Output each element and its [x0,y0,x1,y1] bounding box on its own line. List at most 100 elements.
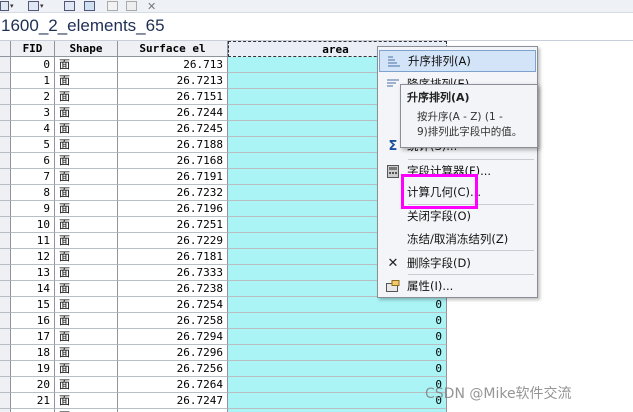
column-header-fid[interactable]: FID [11,41,55,57]
cell-fid[interactable]: 14 [11,281,55,297]
cell-shape[interactable]: 面 [55,185,118,201]
cell-fid[interactable]: 0 [11,57,55,73]
cell-shape[interactable]: 面 [55,137,118,153]
switch-selection-button[interactable] [84,0,95,12]
cell-surface[interactable]: 26.7229 [118,233,228,249]
cell-surface[interactable]: 26.7232 [118,185,228,201]
cell-shape[interactable]: 面 [55,281,118,297]
cell-fid[interactable]: 10 [11,217,55,233]
cell-shape[interactable]: 面 [55,73,118,89]
cell-surface[interactable]: 26.7151 [118,89,228,105]
cell-area[interactable]: 0 [228,361,447,377]
cell-area[interactable]: 0 [228,377,447,393]
row-selector[interactable] [0,153,11,169]
cell-surface[interactable]: 26.7181 [118,249,228,265]
cell-shape[interactable]: 面 [55,201,118,217]
cell-surface[interactable]: 26.7251 [118,217,228,233]
row-selector[interactable] [0,73,11,89]
cell-surface[interactable]: 26.7258 [118,313,228,329]
cell-shape[interactable]: 面 [55,121,118,137]
cell-surface[interactable]: 26.7188 [118,137,228,153]
cell-shape[interactable]: 面 [55,233,118,249]
close-icon[interactable]: ✕ [147,0,156,13]
menu-item-properties[interactable]: 属性(I)... [379,275,536,297]
cell-surface[interactable]: 26.7196 [118,201,228,217]
cell-area[interactable]: 0 [228,393,447,409]
cell-surface[interactable]: 26.7245 [118,121,228,137]
row-selector[interactable] [0,281,11,297]
cell-area[interactable]: 0 [228,329,447,345]
cell-fid[interactable]: 17 [11,329,55,345]
cell-fid[interactable]: 2 [11,89,55,105]
cell-fid[interactable]: 7 [11,169,55,185]
cell-surface[interactable]: 26.7247 [118,393,228,409]
row-selector[interactable] [0,105,11,121]
cell-surface[interactable]: 26.7256 [118,361,228,377]
cell-surface[interactable]: 26.7191 [118,169,228,185]
row-selector[interactable] [0,57,11,73]
cell-shape[interactable]: 面 [55,57,118,73]
column-header-shape[interactable]: Shape [55,41,118,57]
cell-fid[interactable]: 21 [11,393,55,409]
cell-shape[interactable]: 面 [55,105,118,121]
cell-fid[interactable]: 20 [11,377,55,393]
cell-fid[interactable]: 6 [11,153,55,169]
cell-shape[interactable]: 面 [55,393,118,409]
cell-fid[interactable]: 18 [11,345,55,361]
cell-surface[interactable]: 26.7244 [118,105,228,121]
row-selector[interactable] [0,169,11,185]
cell-fid[interactable]: 19 [11,361,55,377]
cell-shape[interactable]: 面 [55,377,118,393]
cell-fid[interactable]: 11 [11,233,55,249]
cell-fid[interactable]: 12 [11,249,55,265]
row-selector[interactable] [0,137,11,153]
cell-fid[interactable]: 16 [11,313,55,329]
cell-shape[interactable]: 面 [55,329,118,345]
cell-area[interactable]: 0 [228,345,447,361]
cell-fid[interactable]: 13 [11,265,55,281]
cell-surface[interactable]: 26.7213 [118,73,228,89]
cell-surface[interactable]: 26.7238 [118,281,228,297]
cell-shape[interactable]: 面 [55,345,118,361]
row-selector[interactable] [0,393,11,409]
delete-selected-button[interactable] [126,0,137,12]
cell-surface[interactable]: 26.7294 [118,329,228,345]
cell-shape[interactable]: 面 [55,89,118,105]
cell-surface[interactable]: 26.7264 [118,377,228,393]
row-selector-header[interactable] [0,41,11,57]
related-tables-button[interactable]: ▾ [28,0,44,12]
row-selector[interactable] [0,201,11,217]
cell-shape[interactable]: 面 [55,361,118,377]
cell-shape[interactable]: 面 [55,217,118,233]
row-selector[interactable] [0,265,11,281]
cell-surface[interactable]: 26.7296 [118,345,228,361]
select-by-attributes-button[interactable] [64,0,75,12]
cell-area[interactable]: 0 [228,297,447,313]
clear-selection-button[interactable] [107,0,118,12]
row-selector[interactable] [0,377,11,393]
cell-fid[interactable]: 5 [11,137,55,153]
cell-shape[interactable]: 面 [55,297,118,313]
menu-item-freeze-column[interactable]: 冻结/取消冻结列(Z) [379,228,536,250]
cell-fid[interactable]: 1 [11,73,55,89]
cell-surface[interactable]: 26.7168 [118,153,228,169]
row-selector[interactable] [0,313,11,329]
row-selector[interactable] [0,89,11,105]
cell-surface[interactable]: 26.7333 [118,265,228,281]
cell-shape[interactable]: 面 [55,265,118,281]
row-selector[interactable] [0,217,11,233]
cell-surface[interactable]: 26.7254 [118,297,228,313]
cell-shape[interactable]: 面 [55,169,118,185]
cell-fid[interactable]: 8 [11,185,55,201]
row-selector[interactable] [0,361,11,377]
cell-area[interactable]: 0 [228,313,447,329]
row-selector[interactable] [0,329,11,345]
row-selector[interactable] [0,121,11,137]
cell-shape[interactable]: 面 [55,313,118,329]
column-header-surface[interactable]: Surface el [118,41,228,57]
cell-shape[interactable]: 面 [55,153,118,169]
row-selector[interactable] [0,185,11,201]
row-selector[interactable] [0,233,11,249]
cell-surface[interactable]: 26.713 [118,57,228,73]
menu-item-delete-field[interactable]: ✕ 删除字段(D) [379,252,536,274]
